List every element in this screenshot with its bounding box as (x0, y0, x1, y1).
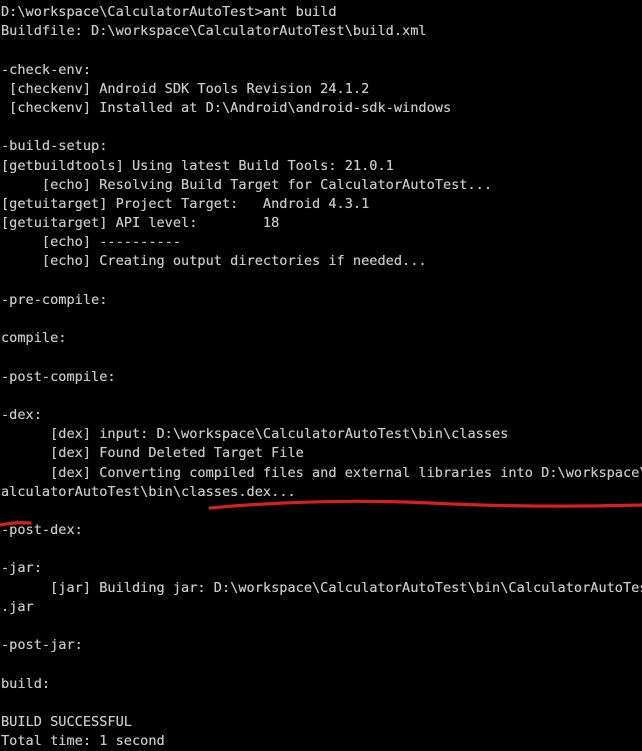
console-line-blank (1, 502, 642, 521)
console-build-successful: BUILD SUCCESSFUL (1, 713, 132, 730)
console-line: [getuitarget] Project Target: Android 4.… (1, 195, 370, 212)
command-prompt-window[interactable]: D:\workspace\CalculatorAutoTest>ant buil… (0, 0, 642, 749)
console-line-blank (1, 272, 642, 291)
console-line: [checkenv] Android SDK Tools Revision 24… (1, 80, 370, 97)
console-line: [getbuildtools] Using latest Build Tools… (1, 157, 394, 174)
console-line: [dex] Converting compiled files and exte… (1, 464, 642, 481)
console-line-blank (1, 118, 642, 137)
console-line: [echo] Creating output directories if ne… (1, 253, 427, 270)
console-total-time: Total time: 1 second (1, 733, 165, 750)
console-line-blank (1, 617, 642, 636)
console-target-pre-compile: -pre-compile: (1, 291, 108, 308)
console-line-blank (1, 348, 642, 367)
console-target-build: build: (1, 675, 51, 692)
console-target-dex: -dex: (1, 406, 42, 423)
console-line-blank (1, 41, 642, 60)
console-line: [dex] input: D:\workspace\CalculatorAuto… (1, 426, 509, 443)
console-line-blank (1, 655, 642, 674)
console-target-compile: compile: (1, 330, 67, 347)
console-line: [getuitarget] API level: 18 (1, 215, 280, 232)
console-line-blank (1, 310, 642, 329)
console-line: alculatorAutoTest\bin\classes.dex... (1, 483, 296, 500)
console-line: [echo] Resolving Build Target for Calcul… (1, 176, 493, 193)
console-line-blank (1, 694, 642, 713)
console-line-blank (1, 540, 642, 559)
console-line-jar-path-wrap: .jar (1, 598, 34, 615)
console-output: D:\workspace\CalculatorAutoTest>ant buil… (1, 3, 642, 751)
console-line: D:\workspace\CalculatorAutoTest>ant buil… (1, 4, 337, 20)
console-line-jar-path: [jar] Building jar: D:\workspace\Calcula… (1, 579, 642, 596)
console-line: [checkenv] Installed at D:\Android\andro… (1, 99, 452, 116)
console-target-post-dex: -post-dex: (1, 522, 83, 539)
console-target-post-compile: -post-compile: (1, 368, 116, 385)
console-line-blank (1, 387, 642, 406)
console-target-check-env: -check-env: (1, 61, 92, 78)
console-line: [dex] Found Deleted Target File (1, 445, 304, 462)
console-target-post-jar: -post-jar: (1, 637, 83, 654)
console-target-build-setup: -build-setup: (1, 138, 108, 155)
console-target-jar: -jar: (1, 560, 42, 577)
console-line: Buildfile: D:\workspace\CalculatorAutoTe… (1, 23, 427, 40)
console-line: [echo] ---------- (1, 234, 182, 251)
